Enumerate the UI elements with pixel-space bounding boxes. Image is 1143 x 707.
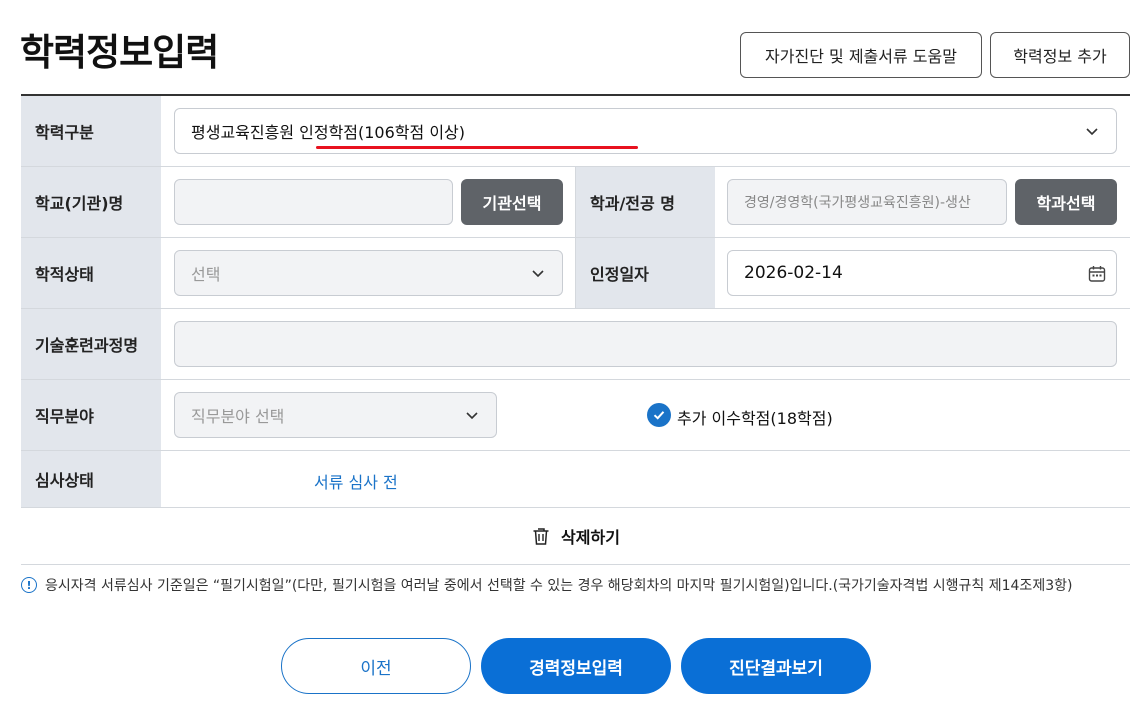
career-info-button[interactable]: 경력정보입력 [481,638,671,694]
academic-status-select[interactable]: 선택 [174,250,563,296]
education-type-value: 평생교육진흥원 인정학점(106학점 이상) [191,123,465,142]
review-status-value: 서류 심사 전 [314,473,398,492]
academic-status-label: 학적상태 [21,238,161,308]
school-input[interactable] [174,179,453,225]
diagnosis-result-button[interactable]: 진단결과보기 [681,638,871,694]
row-training-course: 기술훈련과정명 [21,309,1130,380]
major-input[interactable]: 경영/경영학(국가평생교육진흥원)-생산 [727,179,1007,225]
row-education-type: 학력구분 평생교육진흥원 인정학점(106학점 이상) [21,96,1130,167]
chevron-down-icon [1086,128,1098,136]
help-button[interactable]: 자가진단 및 제출서류 도움말 [740,32,982,78]
page-title: 학력정보입력 [20,31,219,74]
check-icon [653,411,665,420]
education-form: 학력구분 평생교육진흥원 인정학점(106학점 이상) 학교(기관)명 기관선택… [21,94,1130,565]
training-course-label: 기술훈련과정명 [21,309,161,379]
chevron-down-icon [532,270,544,278]
training-course-input[interactable] [174,321,1117,367]
education-type-label: 학력구분 [21,96,161,166]
certification-date-input[interactable]: 2026-02-14 [727,250,1117,296]
add-education-button[interactable]: 학력정보 추가 [990,32,1130,78]
row-job-field: 직무분야 직무분야 선택 추가 이수학점(18학점) [21,380,1130,451]
certification-date-value: 2026-02-14 [744,263,843,283]
delete-button[interactable]: 삭제하기 [21,508,1130,565]
select-major-button[interactable]: 학과선택 [1015,179,1117,225]
calendar-icon[interactable] [1088,265,1106,283]
trash-icon [533,528,549,545]
certification-date-label: 인정일자 [575,238,715,308]
notice-text: 응시자격 서류심사 기준일은 “필기시험일”(다만, 필기시험을 여러날 중에서… [45,578,1073,594]
info-icon: ! [21,577,37,593]
school-label: 학교(기관)명 [21,167,161,237]
job-field-placeholder: 직무분야 선택 [191,407,285,426]
chevron-down-icon [466,412,478,420]
highlight-underline [316,146,638,149]
job-field-select[interactable]: 직무분야 선택 [174,392,497,438]
major-label: 학과/전공 명 [575,167,715,237]
row-status-date: 학적상태 선택 인정일자 2026-02-14 [21,238,1130,309]
academic-status-placeholder: 선택 [191,265,221,284]
row-school-major: 학교(기관)명 기관선택 학과/전공 명 경영/경영학(국가평생교육진흥원)-생… [21,167,1130,238]
row-review-status: 심사상태 서류 심사 전 [21,451,1130,508]
notice: ! 응시자격 서류심사 기준일은 “필기시험일”(다만, 필기시험을 여러날 중… [21,575,1072,595]
select-institution-button[interactable]: 기관선택 [461,179,563,225]
review-status-label: 심사상태 [21,451,161,507]
extra-credit-label[interactable]: 추가 이수학점(18학점) [677,405,833,429]
prev-button[interactable]: 이전 [281,638,471,694]
delete-button-label: 삭제하기 [561,528,620,547]
job-field-label: 직무분야 [21,380,161,450]
extra-credit-checkbox[interactable] [647,403,671,427]
